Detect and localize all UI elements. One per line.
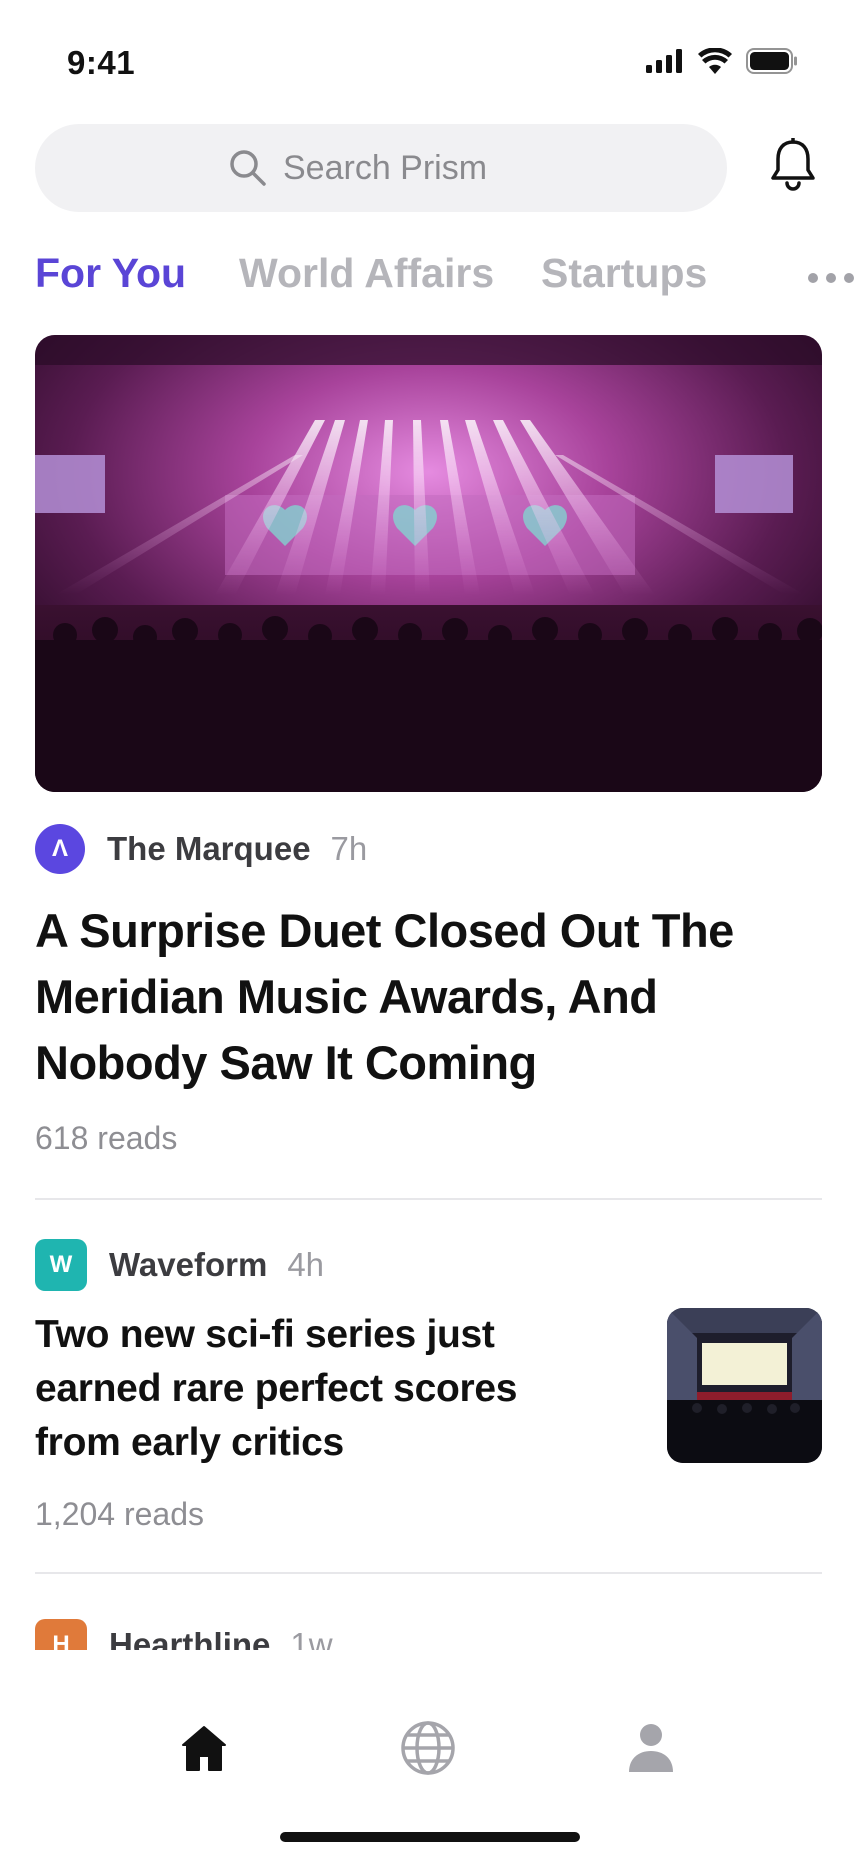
- article-source-row: Λ The Marquee 7h: [35, 824, 367, 874]
- article-preview-clipped: H Hearthline 1w: [0, 1610, 860, 1650]
- search-icon: [229, 149, 267, 187]
- article-title[interactable]: A Surprise Duet Closed Out The Meridian …: [35, 898, 825, 1096]
- source-logo-glyph: W: [49, 1251, 73, 1278]
- divider: [35, 1198, 822, 1200]
- status-icons: [646, 47, 798, 79]
- source-name[interactable]: Hearthline: [109, 1626, 270, 1650]
- globe-icon: [400, 1720, 456, 1781]
- bell-icon: [769, 136, 817, 199]
- source-name[interactable]: Waveform: [109, 1246, 267, 1284]
- profile-icon: [627, 1722, 675, 1779]
- status-time: 9:41: [67, 44, 136, 81]
- source-logo: W: [35, 1239, 87, 1291]
- tab-home[interactable]: [174, 1720, 234, 1780]
- search-input[interactable]: [283, 148, 533, 188]
- read-count: 1,204 reads: [35, 1496, 205, 1532]
- wifi-icon: [698, 47, 732, 79]
- source-logo: H: [35, 1619, 87, 1650]
- notifications-button[interactable]: [763, 136, 823, 199]
- source-name[interactable]: The Marquee: [107, 830, 311, 868]
- search-row: [35, 124, 825, 212]
- cellular-signal-icon: [646, 49, 684, 78]
- time-ago: 4h: [287, 1246, 325, 1283]
- time-ago: 1w: [290, 1626, 333, 1650]
- tab-for-you[interactable]: For You: [35, 250, 186, 297]
- bottom-tab-bar: [0, 1650, 860, 1864]
- read-count: 618 reads: [35, 1120, 178, 1156]
- time-ago: 7h: [330, 830, 368, 867]
- home-indicator[interactable]: [280, 1832, 580, 1842]
- tab-profile[interactable]: [621, 1720, 681, 1780]
- source-logo-glyph: H: [52, 1631, 70, 1650]
- cinema-screen-thumbnail[interactable]: [667, 1308, 822, 1463]
- source-logo-glyph: Λ: [51, 835, 68, 862]
- tab-explore[interactable]: [398, 1720, 458, 1780]
- app-screen: 9:41 Search Prism For You World Affairs …: [0, 0, 860, 1864]
- source-logo: Λ: [35, 824, 85, 874]
- article-title[interactable]: Two new sci-fi series just earned rare p…: [35, 1308, 595, 1470]
- battery-icon: [746, 48, 798, 79]
- tab-world-affairs[interactable]: World Affairs: [239, 250, 494, 297]
- more-horizontal-icon[interactable]: [808, 268, 854, 288]
- article-source-row: H Hearthline 1w: [35, 1619, 333, 1650]
- home-icon: [180, 1724, 228, 1777]
- article-source-row: W Waveform 4h: [35, 1239, 325, 1291]
- status-bar: 9:41: [0, 0, 860, 120]
- tab-startups[interactable]: Startups: [541, 250, 707, 297]
- concert-stage-image[interactable]: [35, 335, 822, 792]
- category-tabs: For You World Affairs Startups: [35, 250, 860, 310]
- divider: [35, 1572, 822, 1574]
- search-bar[interactable]: [35, 124, 727, 212]
